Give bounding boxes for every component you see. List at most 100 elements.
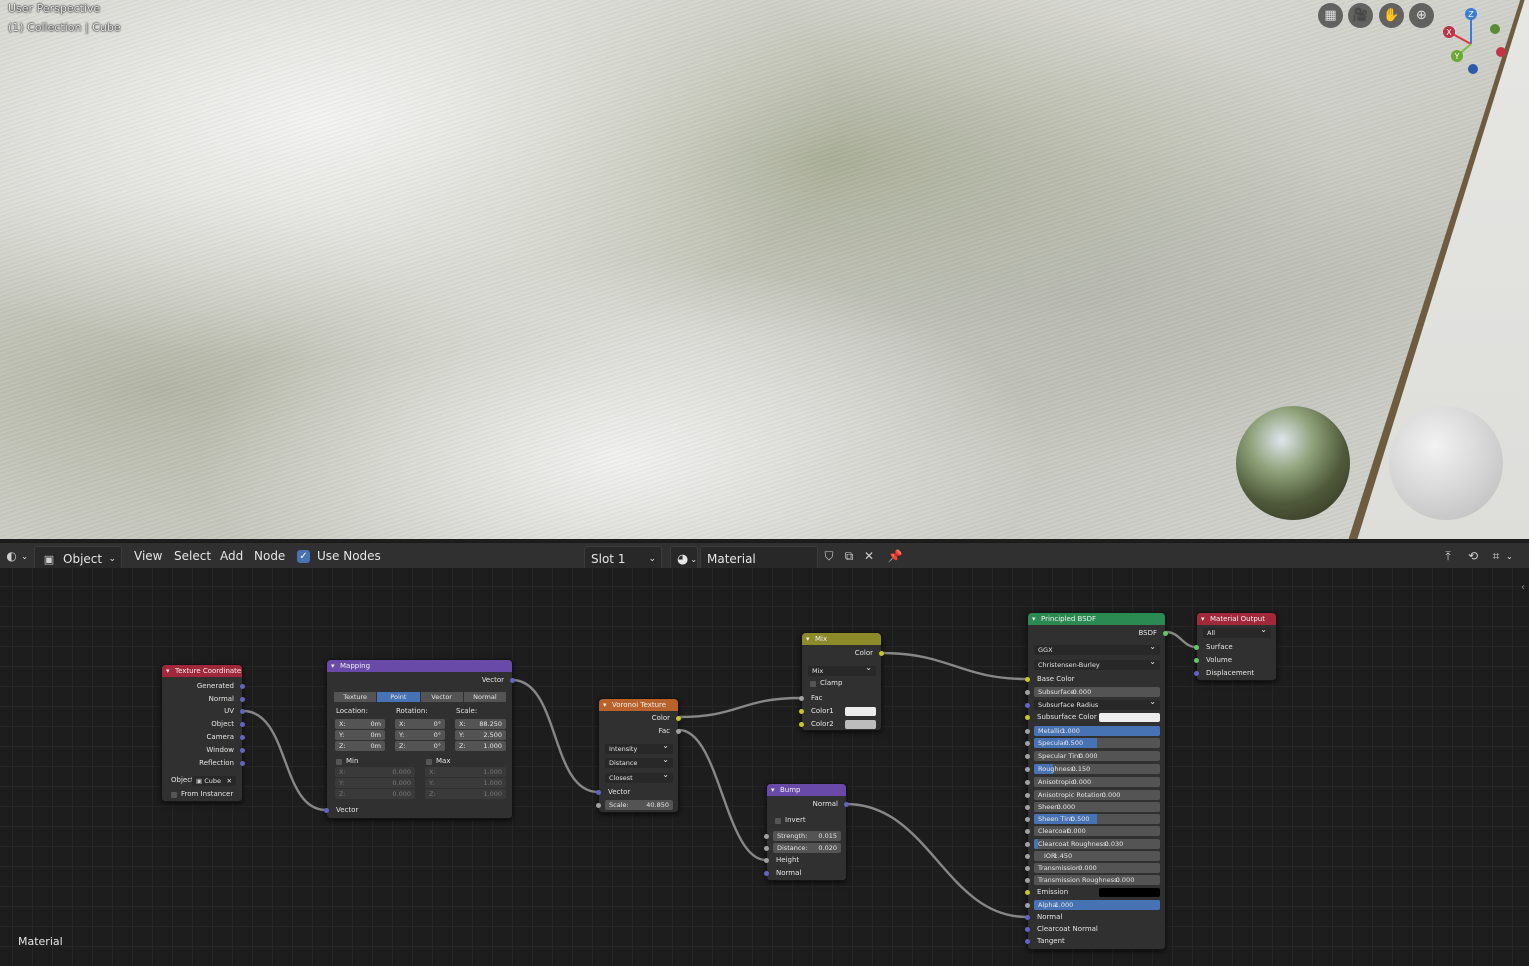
socket[interactable] <box>240 735 245 740</box>
node-header[interactable]: Bump <box>767 784 846 796</box>
location-y[interactable]: Y: 0m <box>335 730 385 740</box>
subsurface-radius-dropdown[interactable]: Subsurface Radius <box>1034 697 1160 710</box>
socket[interactable] <box>1025 915 1030 920</box>
voronoi-texture-node[interactable]: Voronoi Texture Color Fac Intensity Dist… <box>596 698 681 813</box>
max-x[interactable]: X: 1.000 <box>425 767 506 777</box>
socket[interactable] <box>1194 658 1199 663</box>
socket[interactable] <box>799 722 804 727</box>
unlink-material-button[interactable]: ✕ <box>859 543 879 569</box>
duplicate-material-button[interactable]: ⧉ <box>839 543 859 569</box>
max-y[interactable]: Y: 1.000 <box>425 778 506 788</box>
socket[interactable] <box>676 716 681 721</box>
node-header[interactable]: Texture Coordinate <box>162 665 242 677</box>
socket[interactable] <box>1025 729 1030 734</box>
mapping-node[interactable]: Mapping Vector Texture Point Vector Norm… <box>324 659 515 819</box>
socket[interactable] <box>676 729 681 734</box>
socket[interactable] <box>324 808 329 813</box>
use-nodes-toggle[interactable]: ✓ Use Nodes <box>297 543 381 569</box>
specular-tint-field[interactable]: Specular Tint:0.000 <box>1034 751 1160 761</box>
min-y[interactable]: Y: 0.000 <box>335 778 415 788</box>
clear-icon[interactable]: ✕ <box>227 776 232 786</box>
target-dropdown[interactable]: All <box>1203 625 1271 638</box>
tab-texture[interactable]: Texture <box>334 692 377 702</box>
menu-view[interactable]: View <box>134 543 162 569</box>
location-z[interactable]: Z: 0m <box>335 741 385 751</box>
rotation-z[interactable]: Z: 0° <box>395 741 445 751</box>
3d-viewport[interactable]: User Perspective (1) Collection | Cube ▦… <box>0 0 1529 539</box>
rotation-y[interactable]: Y: 0° <box>395 730 445 740</box>
strength-field[interactable]: Strength: 0.015 <box>773 831 841 841</box>
fake-user-button[interactable]: ⛉ <box>819 543 839 569</box>
node-header[interactable]: Principled BSDF <box>1028 613 1165 625</box>
max-checkbox[interactable] <box>426 759 432 765</box>
menu-select[interactable]: Select <box>174 543 211 569</box>
socket[interactable] <box>764 858 769 863</box>
metric-dropdown[interactable]: Distance <box>605 755 673 768</box>
transmission-field[interactable]: Transmission:0.000 <box>1034 863 1160 873</box>
sidebar-toggle-icon[interactable]: ‹ <box>1521 582 1525 593</box>
socket[interactable] <box>596 790 601 795</box>
menu-add[interactable]: Add <box>220 543 243 569</box>
min-checkbox[interactable] <box>336 759 342 765</box>
socket[interactable] <box>799 709 804 714</box>
toggle-grid-icon[interactable]: ▦ <box>1318 3 1343 28</box>
from-instancer-checkbox[interactable] <box>171 792 177 798</box>
distance-field[interactable]: Distance: 0.020 <box>773 843 841 853</box>
mapping-type-tabs[interactable]: Texture Point Vector Normal <box>334 692 507 702</box>
bump-node[interactable]: Bump Normal Invert Strength:0.015 Distan… <box>764 783 849 881</box>
tab-normal[interactable]: Normal <box>463 692 506 702</box>
clearcoat-roughness-field[interactable]: Clearcoat Roughness:0.030 <box>1034 839 1160 849</box>
socket[interactable] <box>240 748 245 753</box>
subsurface-field[interactable]: Subsurface:0.000 <box>1034 687 1160 697</box>
socket[interactable] <box>1025 780 1030 785</box>
socket[interactable] <box>1025 754 1030 759</box>
socket[interactable] <box>1025 817 1030 822</box>
subsurface-method-dropdown[interactable]: Christensen-Burley <box>1034 657 1160 670</box>
socket[interactable] <box>1025 677 1030 682</box>
scale-field[interactable]: Scale: 40.850 <box>605 800 673 810</box>
anisotropic-rotation-field[interactable]: Anisotropic Rotation:0.000 <box>1034 790 1160 800</box>
socket[interactable] <box>1194 671 1199 676</box>
pan-hand-icon[interactable]: ✋ <box>1379 3 1404 28</box>
roughness-field[interactable]: Roughness:0.150 <box>1034 764 1160 774</box>
socket[interactable] <box>1025 715 1030 720</box>
socket[interactable] <box>240 684 245 689</box>
clearcoat-field[interactable]: Clearcoat:0.000 <box>1034 826 1160 836</box>
color2-swatch[interactable] <box>845 720 876 729</box>
socket[interactable] <box>764 834 769 839</box>
coloring-dropdown[interactable]: Closest <box>605 770 673 783</box>
socket[interactable] <box>1025 890 1030 895</box>
menu-node[interactable]: Node <box>254 543 285 569</box>
socket[interactable] <box>1025 741 1030 746</box>
color1-swatch[interactable] <box>845 707 876 716</box>
checkbox-checked-icon[interactable]: ✓ <box>297 549 310 563</box>
navigation-gizmo[interactable]: Z X Y <box>1439 6 1509 78</box>
socket[interactable] <box>844 802 849 807</box>
emission-swatch[interactable] <box>1099 888 1160 897</box>
socket[interactable] <box>1025 842 1030 847</box>
principled-bsdf-node[interactable]: Principled BSDF BSDF GGX Christensen-Bur… <box>1025 612 1168 950</box>
specular-field[interactable]: Specular:0.500 <box>1034 738 1160 748</box>
editor-type-icon[interactable]: ◐ ⌄ <box>2 543 28 569</box>
clamp-checkbox[interactable] <box>810 681 816 687</box>
material-output-node[interactable]: Material Output All Surface Volume Displ… <box>1194 612 1277 681</box>
parent-node-tree-button[interactable]: ⤒ <box>1438 543 1458 569</box>
node-header[interactable]: Mix <box>802 633 881 645</box>
rotation-x[interactable]: X: 0° <box>395 719 445 729</box>
pin-button[interactable]: 📌 <box>885 543 905 569</box>
sheen-field[interactable]: Sheen:0.000 <box>1034 802 1160 812</box>
socket[interactable] <box>1194 645 1199 650</box>
socket[interactable] <box>1025 703 1030 708</box>
metallic-field[interactable]: Metallic:1.000 <box>1034 726 1160 736</box>
socket[interactable] <box>1025 793 1030 798</box>
socket[interactable] <box>240 761 245 766</box>
socket[interactable] <box>1025 866 1030 871</box>
alpha-field[interactable]: Alpha:1.000 <box>1034 900 1160 910</box>
node-header[interactable]: Mapping <box>327 660 512 672</box>
socket[interactable] <box>1025 805 1030 810</box>
socket[interactable] <box>799 696 804 701</box>
scale-x[interactable]: X: 88.250 <box>455 719 506 729</box>
socket[interactable] <box>764 871 769 876</box>
snap-toggle-button[interactable]: ⟲ <box>1463 543 1483 569</box>
blend-type-dropdown[interactable]: Mix <box>808 663 876 676</box>
